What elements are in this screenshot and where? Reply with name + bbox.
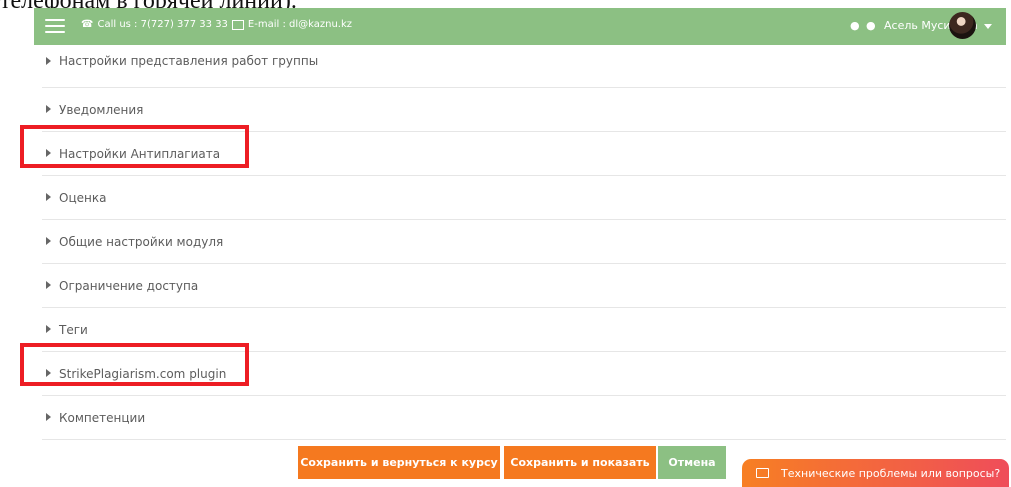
bell-icon[interactable]: ● xyxy=(850,19,860,32)
save-and-return-button[interactable]: Сохранить и вернуться к курсу xyxy=(298,446,500,479)
caret-right-icon xyxy=(46,413,51,421)
highlight-box-strikeplagiarism xyxy=(20,343,249,386)
section-label: Уведомления xyxy=(59,103,144,117)
technical-support-tab[interactable]: Технические проблемы или вопросы? xyxy=(742,459,1009,487)
section-competencies[interactable]: Компетенции xyxy=(42,396,1006,440)
caret-right-icon xyxy=(46,325,51,333)
chevron-down-icon[interactable] xyxy=(984,24,992,29)
section-restrict-access[interactable]: Ограничение доступа xyxy=(42,264,1006,308)
phone-icon: ☎ xyxy=(81,19,94,30)
call-us-text: Call us : 7(727) 377 33 33 xyxy=(97,19,228,30)
envelope-icon xyxy=(231,19,244,30)
envelope-icon xyxy=(756,468,769,478)
contact-info: ☎ Call us : 7(727) 377 33 33 E-mail : dl… xyxy=(81,19,352,30)
chat-icon[interactable]: ● xyxy=(866,19,876,32)
section-label: Ограничение доступа xyxy=(59,279,199,293)
section-common-module-settings[interactable]: Общие настройки модуля xyxy=(42,220,1006,264)
section-label: Компетенции xyxy=(59,411,146,425)
section-group-submissions[interactable]: Настройки представления работ группы xyxy=(42,44,1006,88)
highlight-box-antiplagiarism xyxy=(20,125,249,168)
hamburger-menu-icon[interactable] xyxy=(45,19,65,33)
caret-right-icon xyxy=(46,105,51,113)
cancel-button[interactable]: Отмена xyxy=(658,446,726,479)
caret-right-icon xyxy=(46,193,51,201)
support-tab-label: Технические проблемы или вопросы? xyxy=(781,466,1001,480)
section-grade[interactable]: Оценка xyxy=(42,176,1006,220)
section-label: Теги xyxy=(59,323,88,337)
avatar[interactable] xyxy=(949,12,976,39)
save-and-display-button[interactable]: Сохранить и показать xyxy=(504,446,656,479)
caret-right-icon xyxy=(46,237,51,245)
caret-right-icon xyxy=(46,57,51,65)
section-label: Общие настройки модуля xyxy=(59,235,224,249)
top-navbar: ☎ Call us : 7(727) 377 33 33 E-mail : dl… xyxy=(34,8,1006,45)
section-label: Настройки представления работ группы xyxy=(59,54,319,68)
section-label: Оценка xyxy=(59,191,107,205)
email-text: E-mail : dl@kaznu.kz xyxy=(247,19,353,30)
caret-right-icon xyxy=(46,281,51,289)
